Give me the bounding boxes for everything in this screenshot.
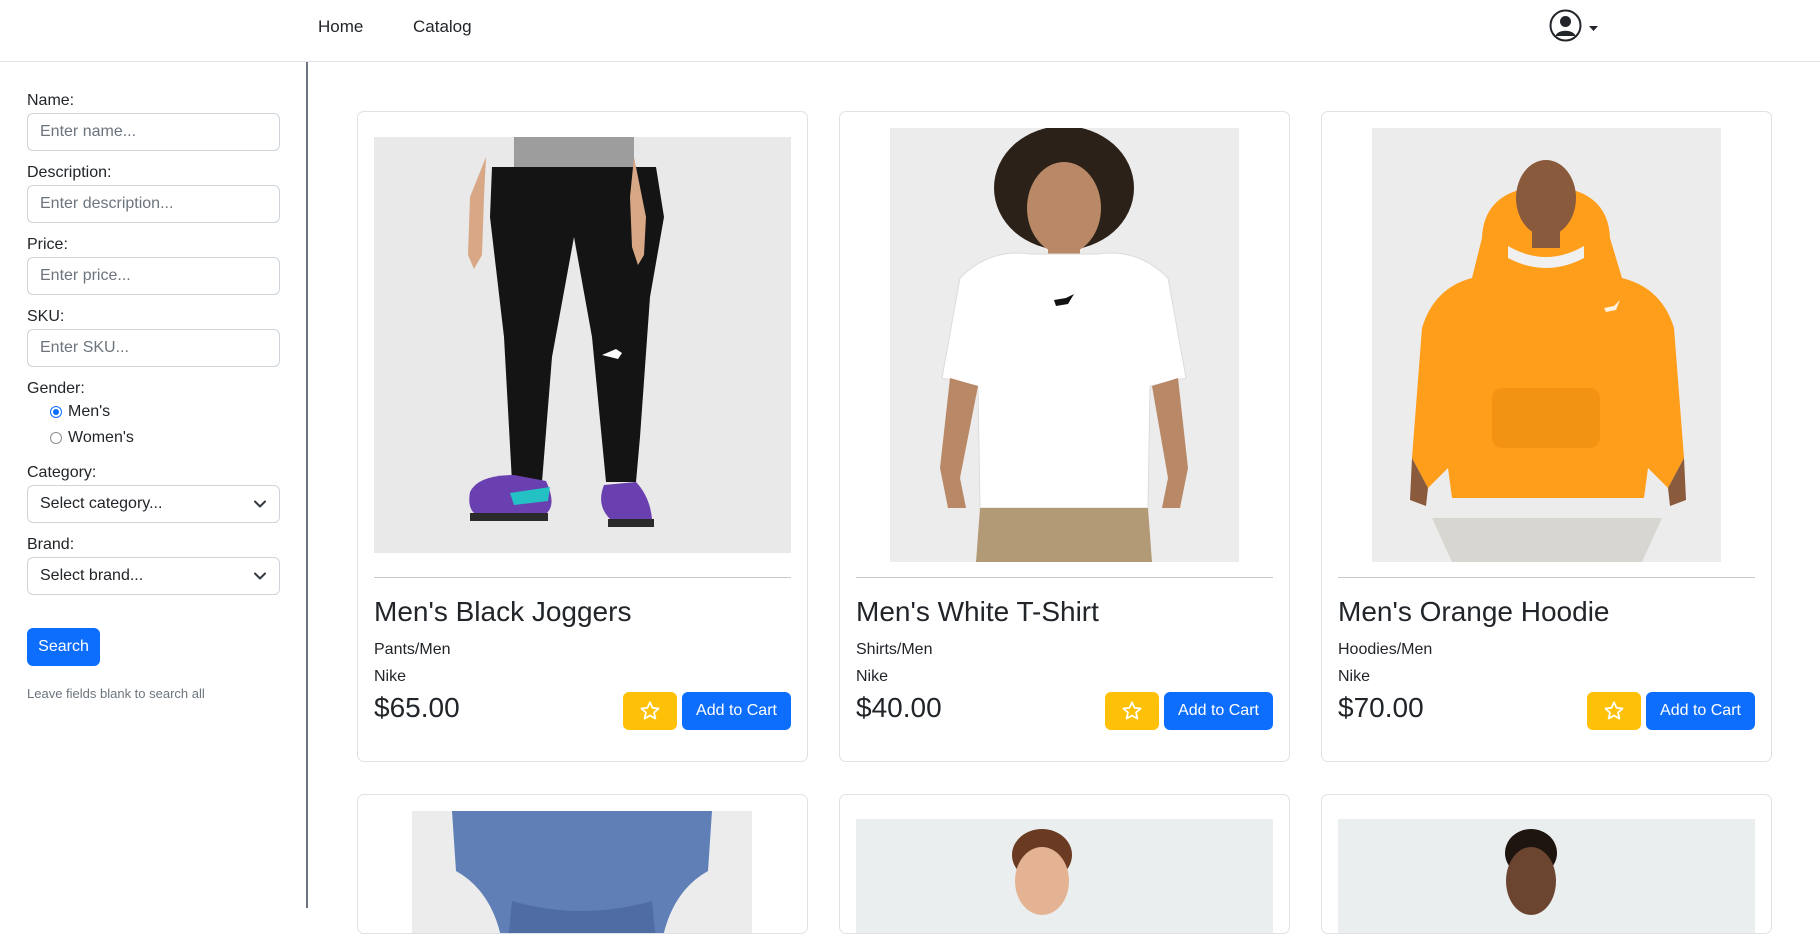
- caret-down-icon: [1589, 26, 1598, 31]
- star-outline-icon: [1604, 701, 1624, 720]
- sku-input[interactable]: [27, 329, 280, 367]
- radio-button[interactable]: [50, 432, 62, 444]
- name-input[interactable]: [27, 113, 280, 151]
- product-category: Hoodies/Men: [1338, 641, 1433, 658]
- category-select[interactable]: Select category...: [27, 485, 280, 523]
- product-brand: Nike: [374, 668, 407, 685]
- account-menu-toggle[interactable]: [1549, 9, 1601, 45]
- search-hint: Leave fields blank to search all: [27, 686, 205, 701]
- product-photo: [856, 819, 1273, 933]
- add-to-cart-button[interactable]: Add to Cart: [1646, 692, 1755, 730]
- product-image: [1338, 128, 1755, 562]
- chevron-down-icon: [254, 500, 266, 508]
- chevron-down-icon: [254, 572, 266, 580]
- category-select-value: Select category...: [40, 495, 163, 512]
- gender-option-label: Men's: [68, 403, 111, 420]
- add-to-cart-button[interactable]: Add to Cart: [1164, 692, 1273, 730]
- product-card: Men's White T-Shirt Shirts/Men Nike $40.…: [839, 111, 1290, 762]
- star-outline-icon: [640, 701, 660, 720]
- product-title: Men's White T-Shirt: [856, 596, 1099, 627]
- product-category: Shirts/Men: [856, 641, 933, 658]
- product-title: Men's Black Joggers: [374, 596, 632, 627]
- name-label: Name:: [27, 92, 75, 109]
- user-circle-icon: [1549, 9, 1582, 42]
- gender-option-label: Women's: [68, 429, 134, 446]
- star-outline-icon: [1122, 701, 1142, 720]
- product-image: [374, 128, 791, 562]
- product-photo: [1338, 819, 1755, 933]
- product-price: $65.00: [374, 692, 460, 723]
- radio-button-checked[interactable]: [50, 406, 62, 418]
- favorite-button[interactable]: [1587, 692, 1641, 730]
- brand-label: Brand:: [27, 536, 75, 553]
- nav-catalog-link[interactable]: Catalog: [413, 17, 472, 37]
- product-brand: Nike: [1338, 668, 1371, 685]
- product-category: Pants/Men: [374, 641, 451, 658]
- price-label: Price:: [27, 236, 68, 253]
- product-title: Men's Orange Hoodie: [1338, 596, 1610, 627]
- nav-home-link[interactable]: Home: [318, 17, 363, 37]
- card-divider: [856, 577, 1273, 578]
- favorite-button[interactable]: [1105, 692, 1159, 730]
- brand-select[interactable]: Select brand...: [27, 557, 280, 595]
- filter-sidebar: Name: Description: Price: SKU: Gender: M…: [0, 62, 308, 908]
- product-brand: Nike: [856, 668, 889, 685]
- product-price: $40.00: [856, 692, 942, 723]
- top-navbar: Home Catalog: [0, 0, 1820, 62]
- category-label: Category:: [27, 464, 97, 481]
- product-photo: [412, 811, 752, 933]
- product-card: [357, 794, 808, 934]
- product-photo: [1372, 128, 1721, 562]
- price-input[interactable]: [27, 257, 280, 295]
- gender-label: Gender:: [27, 380, 85, 397]
- sku-label: SKU:: [27, 308, 65, 325]
- product-image: [856, 128, 1273, 562]
- product-photo: [890, 128, 1239, 562]
- description-label: Description:: [27, 164, 112, 181]
- product-card: [839, 794, 1290, 934]
- description-input[interactable]: [27, 185, 280, 223]
- card-divider: [1338, 577, 1755, 578]
- card-divider: [374, 577, 791, 578]
- product-card: [1321, 794, 1772, 934]
- product-price: $70.00: [1338, 692, 1424, 723]
- search-button[interactable]: Search: [27, 628, 100, 666]
- product-card: Men's Orange Hoodie Hoodies/Men Nike $70…: [1321, 111, 1772, 762]
- product-card: Men's Black Joggers Pants/Men Nike $65.0…: [357, 111, 808, 762]
- add-to-cart-button[interactable]: Add to Cart: [682, 692, 791, 730]
- product-photo: [374, 137, 791, 553]
- brand-select-value: Select brand...: [40, 567, 144, 584]
- favorite-button[interactable]: [623, 692, 677, 730]
